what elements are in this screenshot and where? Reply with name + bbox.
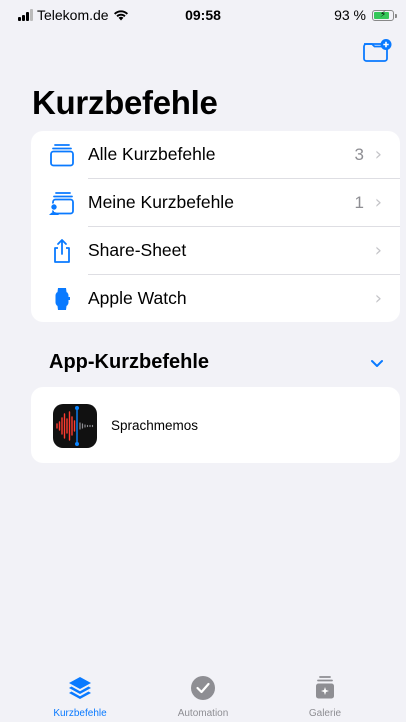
chevron-right-icon: › [374, 288, 382, 309]
new-folder-icon[interactable] [362, 38, 392, 64]
list-item-label: Share-Sheet [88, 240, 187, 260]
app-shortcuts-list: Sprachmemos [31, 387, 400, 463]
tab-kurzbefehle[interactable]: Kurzbefehle [25, 672, 135, 722]
voice-memos-icon [53, 404, 97, 448]
chevron-down-icon[interactable] [366, 352, 388, 374]
battery-icon: ⚡ [372, 8, 397, 21]
charging-bolt-icon: ⚡ [379, 8, 387, 19]
page-title: Kurzbefehle [32, 84, 218, 121]
person-stack-icon [49, 191, 74, 215]
tab-galerie[interactable]: Galerie [270, 672, 380, 722]
clock-check-icon [191, 676, 215, 700]
chevron-right-icon: › [374, 240, 382, 261]
list-item-label: Apple Watch [88, 288, 187, 308]
status-right: 93 % ⚡ [334, 7, 397, 23]
tab-bar: Kurzbefehle Automation Galerie [0, 672, 406, 722]
share-icon [54, 238, 70, 263]
list-item-apple-watch[interactable]: Apple Watch › [31, 275, 400, 322]
app-name: Sprachmemos [111, 418, 199, 433]
chevron-right-icon: › [374, 192, 382, 213]
battery-percent: 93 % [334, 7, 366, 23]
tab-label: Galerie [308, 708, 342, 719]
gallery-icon [316, 676, 334, 699]
tab-label: Kurzbefehle [53, 708, 107, 719]
section-title: App-Kurzbefehle [49, 351, 209, 373]
list-item-count: 3 [354, 144, 364, 164]
tab-label: Automation [177, 708, 229, 719]
shortcut-folders-list: Alle Kurzbefehle 3 › Meine Kurzbefehle 1… [31, 131, 400, 322]
list-item-share-sheet[interactable]: Share-Sheet › [31, 227, 400, 274]
watch-icon [55, 287, 70, 310]
list-item-label: Alle Kurzbefehle [88, 144, 216, 164]
chevron-right-icon: › [374, 144, 382, 165]
status-bar: Telekom.de 09:58 93 % ⚡ [0, 0, 406, 30]
list-item-all-shortcuts[interactable]: Alle Kurzbefehle 3 › [31, 131, 400, 178]
stack-icon [50, 143, 74, 166]
list-item-count: 1 [354, 192, 364, 212]
layers-icon [69, 677, 91, 699]
app-item-voice-memos[interactable]: Sprachmemos [31, 387, 400, 463]
list-item-label: Meine Kurzbefehle [88, 192, 234, 212]
tab-automation[interactable]: Automation [148, 672, 258, 722]
list-item-my-shortcuts[interactable]: Meine Kurzbefehle 1 › [31, 179, 400, 226]
